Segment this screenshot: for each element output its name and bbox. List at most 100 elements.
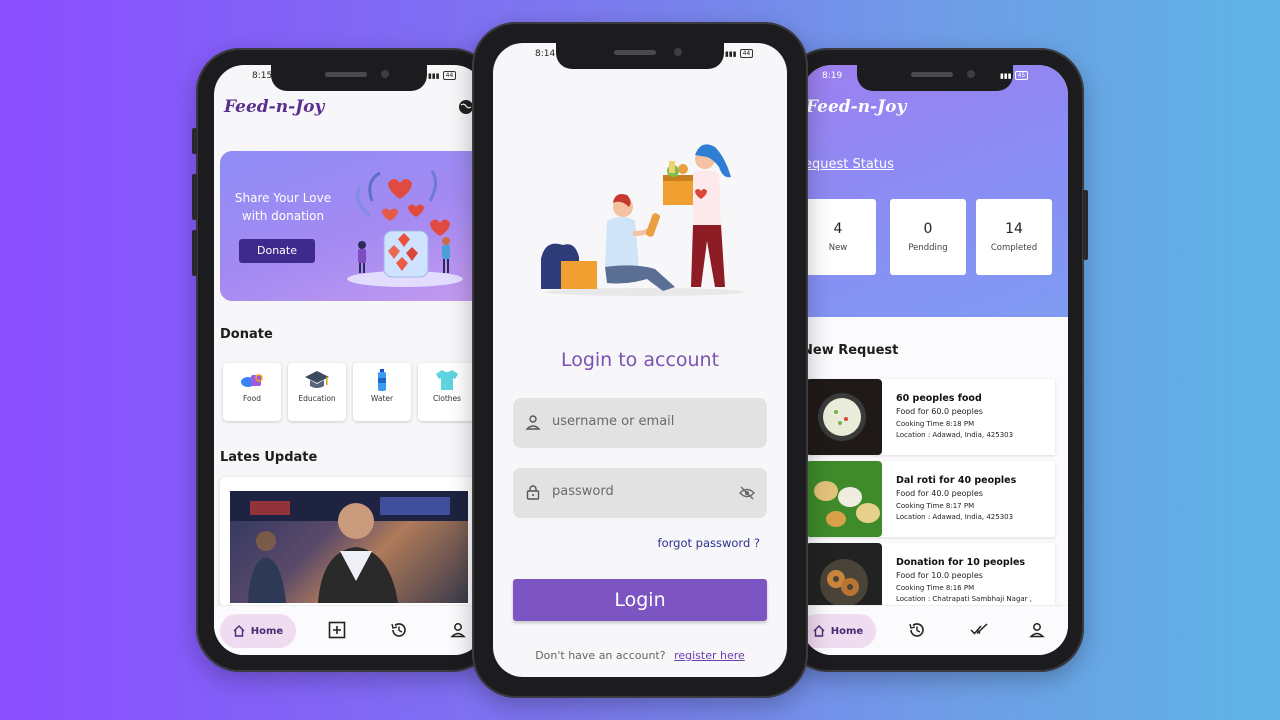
home-screen: 8:15 ▮▮▮ 44 Feed-n-Joy Share Your Love w… [214, 65, 484, 655]
notch [556, 43, 724, 69]
stat-new[interactable]: 4 New [802, 199, 876, 275]
phone-home-screen: 8:15 ▮▮▮ 44 Feed-n-Joy Share Your Love w… [192, 48, 496, 672]
category-water[interactable]: Water [353, 363, 411, 421]
home-icon [813, 625, 825, 637]
profile-icon[interactable] [449, 621, 467, 639]
request-location: Location : Adawad, India, 425303 [896, 431, 1014, 439]
status-time: 8:14 [535, 49, 556, 59]
login-button[interactable]: Login [513, 579, 767, 621]
stat-label: Pendding [908, 243, 948, 253]
phone-power-button [1083, 190, 1088, 260]
request-location: Location : Adawad, India, 425303 [896, 513, 1014, 521]
phone-side-button [192, 128, 197, 154]
profile-icon[interactable] [1028, 621, 1046, 639]
battery-icon: 44 [442, 71, 457, 80]
request-food-image [806, 379, 882, 455]
notch [271, 65, 427, 91]
history-icon[interactable] [390, 621, 408, 639]
category-label: Water [370, 394, 394, 403]
request-card[interactable]: 60 peoples food Food for 60.0 peoples Co… [802, 379, 1055, 455]
signal-icon: ▮▮▮ [428, 71, 440, 80]
nav-home[interactable]: Home [220, 614, 296, 648]
request-card[interactable]: Donation for 10 peoples Food for 10.0 pe… [802, 543, 1055, 605]
forgot-password-link[interactable]: forgot password ? [658, 536, 760, 550]
request-cooking-time: Cooking Time 8:18 PM [896, 420, 975, 428]
latest-update-title: Lates Update [220, 450, 318, 465]
login-title: Login to account [560, 349, 720, 371]
category-food[interactable]: Food [223, 363, 281, 421]
request-title: 60 peoples food [896, 393, 982, 404]
bottom-navigation: Home [214, 605, 484, 655]
status-icons: ▮▮▮ 45 [1000, 71, 1029, 80]
request-cooking-time: Cooking Time 8:16 PM [896, 584, 975, 592]
requests-screen: 8:19 ▮▮▮ 45 Feed-n-Joy equest Status 4 N… [802, 65, 1068, 655]
nav-home-label: Home [830, 625, 864, 637]
stat-value: 0 [923, 221, 933, 237]
bottom-navigation: Home [802, 605, 1068, 655]
request-food-image [806, 461, 882, 537]
app-logo: Feed-n-Joy [806, 97, 907, 117]
request-quantity: Food for 10.0 peoples [896, 571, 983, 580]
visibility-off-icon[interactable] [739, 486, 755, 500]
phone-volume-down [192, 230, 197, 276]
stat-label: New [828, 243, 848, 253]
request-title: Dal roti for 40 peoples [896, 475, 1017, 486]
status-time: 8:19 [822, 71, 843, 81]
news-card[interactable] [220, 477, 482, 607]
category-label: Education [298, 394, 336, 403]
request-quantity: Food for 60.0 peoples [896, 407, 983, 416]
water-bottle-icon [378, 369, 386, 391]
signup-prompt: Don't have an account? [535, 649, 666, 662]
phone-requests-screen: 8:19 ▮▮▮ 45 Feed-n-Joy equest Status 4 N… [784, 48, 1088, 672]
nav-home-label: Home [250, 625, 284, 637]
password-placeholder: password [552, 484, 614, 499]
food-icon [241, 374, 263, 387]
add-box-icon[interactable] [328, 621, 346, 639]
request-quantity: Food for 40.0 peoples [896, 489, 983, 498]
done-all-icon[interactable] [970, 621, 988, 639]
request-card[interactable]: Dal roti for 40 peoples Food for 40.0 pe… [802, 461, 1055, 537]
app-logo: Feed-n-Joy [224, 97, 325, 117]
battery-icon: 45 [1014, 71, 1029, 80]
request-location: Location : Chatrapati Sambhaji Nagar , [896, 595, 1033, 603]
category-label: Food [243, 394, 261, 403]
status-time: 8:15 [252, 71, 273, 81]
status-icons: ▮▮▮ 44 [428, 71, 457, 80]
battery-icon: 44 [739, 49, 754, 58]
donation-banner: Share Your Love with donation Donate [220, 151, 482, 301]
username-field[interactable]: username or email [513, 398, 767, 448]
category-education[interactable]: Education [288, 363, 346, 421]
request-cooking-time: Cooking Time 8:17 PM [896, 502, 975, 510]
news-photo [230, 491, 468, 603]
donate-section-title: Donate [220, 327, 273, 342]
stat-pending[interactable]: 0 Pendding [890, 199, 966, 275]
stat-label: Completed [990, 243, 1038, 253]
donate-button[interactable]: Donate [239, 239, 315, 263]
donation-jar-illustration [347, 170, 463, 287]
signal-icon: ▮▮▮ [1000, 71, 1012, 80]
notch [857, 65, 1013, 91]
stat-value: 4 [833, 221, 843, 237]
category-clothes[interactable]: Clothes [418, 363, 476, 421]
phone-login-screen: 8:14 ▮▮▮ 44 Login to account username or… [472, 22, 808, 698]
login-screen: 8:14 ▮▮▮ 44 Login to account username or… [493, 43, 787, 677]
people-sharing-food-illustration [541, 144, 745, 296]
tshirt-icon [436, 370, 458, 390]
password-field[interactable]: password [513, 468, 767, 518]
new-request-title: New Request [802, 343, 899, 358]
graduation-cap-icon [305, 371, 329, 388]
register-link[interactable]: register here [674, 649, 745, 662]
phone-volume-up [192, 174, 197, 220]
request-status-title: equest Status [804, 157, 894, 172]
stat-completed[interactable]: 14 Completed [976, 199, 1052, 275]
signup-row: Don't have an account? register here [493, 649, 787, 662]
username-placeholder: username or email [552, 414, 675, 429]
signal-icon: ▮▮▮ [725, 49, 737, 58]
home-icon [233, 625, 245, 637]
category-label: Clothes [432, 394, 462, 403]
nav-home[interactable]: Home [802, 614, 876, 648]
request-title: Donation for 10 peoples [896, 557, 1026, 568]
history-icon[interactable] [908, 621, 926, 639]
banner-text: Share Your Love with donation [234, 191, 332, 223]
request-food-image [806, 543, 882, 605]
